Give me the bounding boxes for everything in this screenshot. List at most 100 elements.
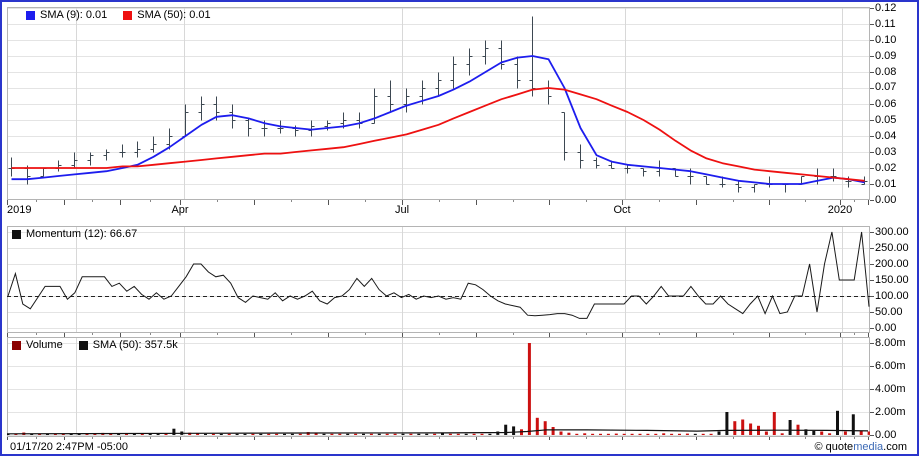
volume-bar [338, 434, 341, 435]
brand-link[interactable]: © quotemedia.com [814, 441, 907, 453]
ohlc-bar [752, 185, 758, 193]
volume-bar [860, 431, 863, 435]
legend-item-sma9: SMA (9): 0.01 [26, 9, 107, 21]
momentum-ytick-label: 100.00 [875, 290, 919, 303]
volume-ytick-label: 8.00m [875, 337, 919, 350]
volume-bar [346, 434, 349, 435]
ohlc-bar [483, 41, 489, 65]
sma-50--line [12, 88, 865, 181]
ohlc-bar [135, 142, 141, 158]
ohlc-bar [499, 41, 505, 70]
volume-bar [567, 433, 570, 435]
price-legend: SMA (9): 0.01 SMA (50): 0.01 [26, 9, 211, 21]
ohlc-bar [704, 177, 710, 185]
volume-legend: Volume SMA (50): 357.5k [12, 339, 178, 351]
ohlc-bar [404, 89, 410, 113]
ohlc-bar [736, 182, 742, 193]
ohlc-bar [88, 153, 94, 166]
volume-bar [836, 411, 839, 435]
ohlc-bar [467, 49, 473, 76]
volume-bar [378, 434, 381, 435]
momentum-ytick-label: 200.00 [875, 258, 919, 271]
volume-ytick-label: 2.00m [875, 406, 919, 419]
momentum-ytick-label: 300.00 [875, 226, 919, 239]
volume-bar [299, 434, 302, 435]
volume-bar [283, 434, 286, 435]
ohlc-bar [120, 145, 126, 158]
ohlc-bar [151, 137, 157, 153]
volume-bar [504, 425, 507, 435]
x-axis-label-oct: Oct [592, 204, 652, 217]
price-ytick-label: 0.11 [875, 18, 919, 31]
momentum-line [8, 232, 869, 318]
volume-ytick-label: 6.00m [875, 360, 919, 373]
volume-bar [733, 421, 736, 435]
ohlc-bar [436, 73, 442, 97]
volume-bar [741, 420, 744, 436]
volume-bar [441, 433, 444, 435]
brand-prefix: © quote [814, 441, 853, 453]
volume-bar [330, 434, 333, 435]
ohlc-bar [546, 81, 552, 105]
volume-bar [417, 434, 420, 435]
volume-bar [749, 424, 752, 436]
volume-bar [291, 434, 294, 435]
volume-bar [394, 434, 397, 435]
ohlc-bar [56, 161, 62, 172]
ohlc-bar [388, 81, 394, 113]
legend-item-sma50: SMA (50): 0.01 [123, 9, 210, 21]
volume-bar [528, 343, 531, 435]
momentum-ytick-label: 150.00 [875, 274, 919, 287]
volume-bar [678, 434, 681, 435]
volume-bar [370, 434, 373, 435]
volume-bar [536, 418, 539, 435]
volume-bar [465, 434, 468, 435]
ohlc-bar [767, 177, 773, 188]
volume-bar [773, 412, 776, 435]
legend-item-volume-sma: SMA (50): 357.5k [79, 339, 178, 351]
x-axis-label-apr: Apr [150, 204, 210, 217]
volume-sma-swatch-icon [79, 341, 88, 350]
volume-bar [718, 432, 721, 435]
volume-swatch-icon [12, 341, 21, 350]
volume-bar [591, 434, 594, 435]
volume-bar [552, 427, 555, 435]
sma9-swatch-icon [26, 11, 35, 20]
volume-bar [544, 421, 547, 435]
brand-mid: media [853, 441, 883, 453]
volume-bar [267, 434, 270, 435]
volume-bar [425, 434, 428, 435]
volume-bar [433, 434, 436, 435]
x-axis-label-2019: 2019 [7, 204, 31, 217]
volume-bar [828, 433, 831, 435]
volume-bar [583, 433, 586, 435]
volume-bar [781, 433, 784, 435]
price-ytick-label: 0.05 [875, 114, 919, 127]
volume-panel-canvas [7, 337, 870, 437]
volume-bar [686, 434, 689, 435]
momentum-swatch-icon [12, 230, 21, 239]
volume-bar [488, 434, 491, 435]
volume-bar [812, 431, 815, 435]
volume-bar [560, 432, 563, 435]
ohlc-bar [831, 169, 837, 182]
x-axis-label-2020: 2020 [810, 204, 870, 217]
volume-bar [172, 429, 175, 435]
volume-bar [259, 434, 262, 435]
momentum-ytick-label: 50.00 [875, 306, 919, 319]
volume-bar [409, 434, 412, 435]
volume-bar [868, 432, 870, 435]
volume-bar [820, 432, 823, 435]
volume-sma-line [7, 430, 868, 434]
x-axis-label-jul: Jul [372, 204, 432, 217]
volume-bar [646, 434, 649, 435]
volume-bar [354, 434, 357, 435]
volume-bar [244, 434, 247, 435]
volume-bar [654, 434, 657, 435]
volume-bar [639, 434, 642, 435]
legend-item-momentum: Momentum (12): 66.67 [12, 228, 137, 240]
price-panel-canvas [7, 7, 870, 200]
brand-suffix: .com [883, 441, 907, 453]
sma9-legend-label: SMA (9): 0.01 [40, 9, 107, 21]
volume-bar [789, 420, 792, 435]
